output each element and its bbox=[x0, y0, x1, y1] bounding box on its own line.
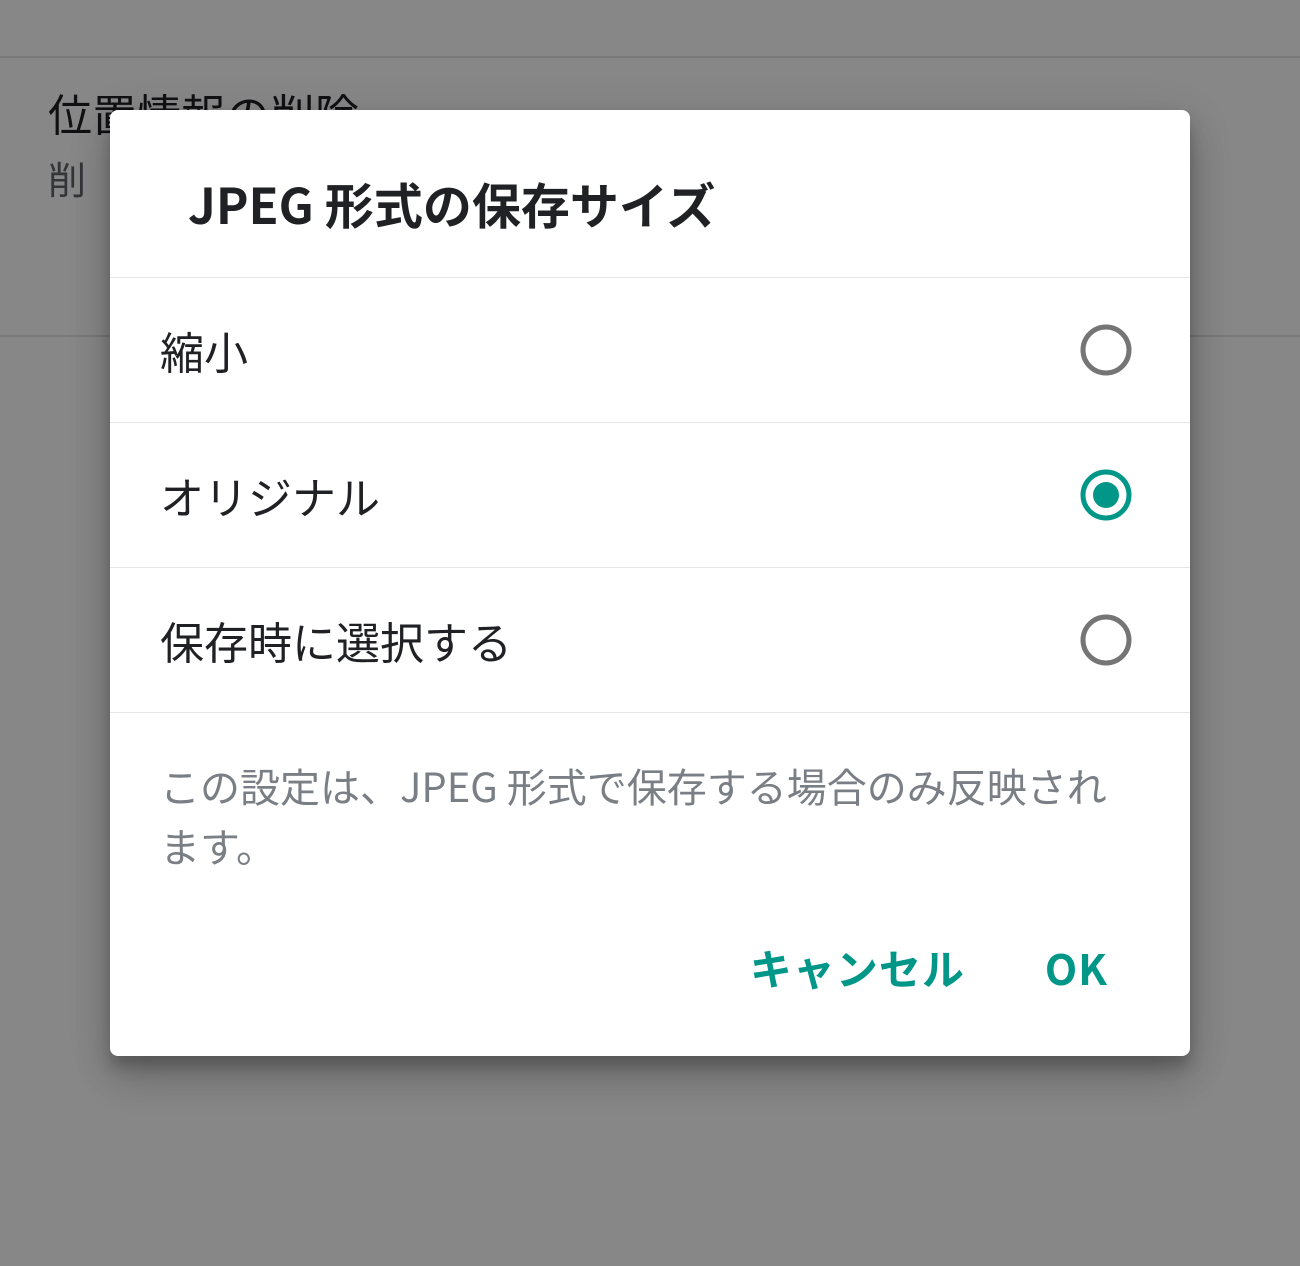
radio-off-icon bbox=[1078, 322, 1134, 378]
dialog-actions: キャンセル OK bbox=[110, 885, 1190, 1056]
option-label: 縮小 bbox=[160, 318, 248, 382]
option-choose-on-save[interactable]: 保存時に選択する bbox=[110, 567, 1190, 712]
radio-off-icon bbox=[1078, 612, 1134, 668]
option-label: 保存時に選択する bbox=[160, 608, 512, 672]
option-label: オリジナル bbox=[160, 463, 380, 527]
cancel-button[interactable]: キャンセル bbox=[750, 937, 965, 998]
dialog-title: JPEG 形式の保存サイズ bbox=[110, 110, 1190, 277]
dialog-helper-text: この設定は、JPEG 形式で保存する場合のみ反映されます。 bbox=[110, 712, 1190, 885]
option-original[interactable]: オリジナル bbox=[110, 422, 1190, 567]
jpeg-save-size-dialog: JPEG 形式の保存サイズ 縮小 オリジナル 保存時に選択する この設定は、JP… bbox=[110, 110, 1190, 1056]
ok-button[interactable]: OK bbox=[1045, 937, 1108, 998]
radio-on-icon bbox=[1078, 467, 1134, 523]
option-shrink[interactable]: 縮小 bbox=[110, 277, 1190, 422]
